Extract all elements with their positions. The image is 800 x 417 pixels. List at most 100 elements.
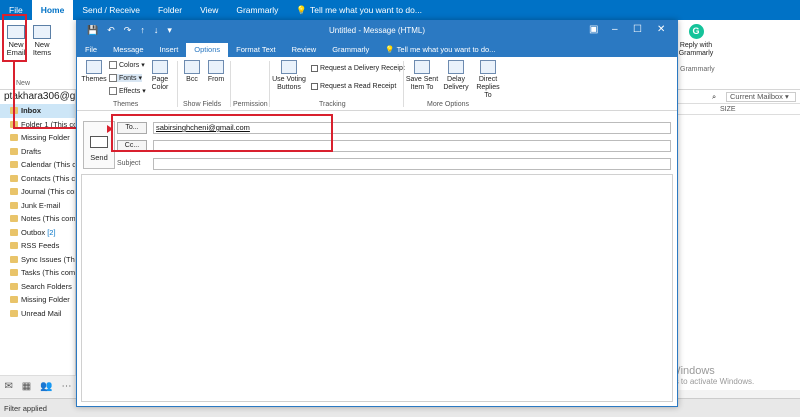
people-icon[interactable]: 👥 [40,381,52,392]
folder-item[interactable]: RSS Feeds [0,239,75,253]
account-name[interactable]: ptakhara306@gm [0,90,75,104]
from-button[interactable]: From [205,60,227,84]
folder-item[interactable]: Outbox [2] [0,226,75,240]
fonts-icon [109,74,117,82]
group-label-tracking: Tracking [319,101,346,108]
folder-label: Unread Mail [21,308,62,318]
group-separator [403,61,404,107]
delivery-receipt-checkbox[interactable]: Request a Delivery Receipt [311,65,405,72]
group-label-permission: Permission [233,101,268,108]
tab-view[interactable]: View [191,0,227,20]
folder-label: Search Folders [21,281,72,291]
folder-label: Inbox [21,106,41,116]
folder-item[interactable]: Inbox [0,104,75,118]
folder-label: Calendar (This co [21,160,76,170]
more-icon[interactable]: ⋯ [62,381,72,392]
message-body[interactable] [81,174,673,402]
folder-icon [10,215,18,223]
search-icon[interactable]: ⌕ [712,92,716,102]
tab-home[interactable]: Home [31,0,74,20]
delay-delivery-button[interactable]: Delay Delivery [441,60,471,92]
folder-label: Contacts (This co [21,173,76,183]
compose-message-window: 💾 ↶ ↷ ↑ ↓ ▾ Untitled - Message (HTML) ▣ … [76,20,678,407]
folder-item[interactable]: Unread Mail [0,307,75,321]
column-size[interactable]: SIZE [720,106,736,113]
folder-icon [10,161,18,169]
colors-button[interactable]: Colors ▾ [109,61,145,69]
main-ribbon-tabs: File Home Send / Receive Folder View Gra… [0,0,800,20]
folder-label: Tasks (This comp [21,268,76,278]
group-separator [177,61,178,107]
new-items-icon [33,25,51,39]
close-icon[interactable]: ✕ [657,24,665,35]
compose-tab-format-text[interactable]: Format Text [228,43,283,57]
minimize-icon[interactable]: – [612,24,618,35]
compose-tab-file[interactable]: File [77,43,105,57]
tab-grammarly[interactable]: Grammarly [227,0,287,20]
themes-button[interactable]: Themes [81,60,107,84]
save-sent-item-to-button[interactable]: Save Sent Item To [405,60,439,92]
delay-delivery-icon [448,60,464,74]
folder-label: Drafts [21,146,42,156]
compose-tab-insert[interactable]: Insert [152,43,187,57]
folder-label: Outbox [21,227,46,237]
folder-label: Journal (This com [21,187,76,197]
folder-item[interactable]: Missing Folder [0,131,75,145]
group-label-themes: Themes [113,101,139,108]
mail-icon[interactable]: ✉ [4,381,12,392]
tell-me-search[interactable]: 💡 Tell me what you want to do... [287,0,431,20]
window-title: Untitled - Message (HTML) [328,26,426,35]
folder-icon [10,296,18,304]
folder-item[interactable]: Contacts (This co [0,172,75,186]
folder-count: [2] [47,227,56,237]
group-label-more-options: More Options [427,101,470,108]
direct-replies-to-button[interactable]: Direct Replies To [473,60,503,100]
folder-item[interactable]: Sync Issues (This [0,253,75,267]
folder-icon [10,282,18,290]
subject-field[interactable] [153,158,671,170]
new-items-button[interactable]: New Items [28,22,56,57]
folder-icon [10,134,18,142]
tab-send-receive[interactable]: Send / Receive [73,0,149,20]
folder-label: Missing Folder [21,133,70,143]
folder-item[interactable]: Notes (This comp [0,212,75,226]
column-headers: SIZE [676,104,800,115]
mailbox-scope-dropdown[interactable]: Current Mailbox ▾ [726,92,796,102]
folder-item[interactable]: Missing Folder [0,293,75,307]
annotation-highlight-box [111,114,333,152]
tab-folder[interactable]: Folder [149,0,191,20]
folder-label: Junk E-mail [21,200,61,210]
read-receipt-checkbox[interactable]: Request a Read Receipt [311,83,396,90]
compose-tell-me-search[interactable]: 💡 Tell me what you want to do... [377,43,503,57]
folder-item[interactable]: Calendar (This co [0,158,75,172]
compose-tab-options[interactable]: Options [186,43,229,57]
status-text: Filter applied [4,404,47,413]
folder-label: RSS Feeds [21,241,60,251]
compose-tab-review[interactable]: Review [284,43,325,57]
page-color-button[interactable]: Page Color [147,60,173,92]
compose-tab-message[interactable]: Message [105,43,151,57]
message-list-pane: ⌕ Current Mailbox ▾ SIZE [676,90,800,390]
page-color-icon [152,60,168,74]
use-voting-buttons-button[interactable]: Use Voting Buttons [271,60,307,92]
effects-button[interactable]: Effects ▾ [109,87,146,95]
save-sent-icon [414,60,430,74]
folder-item[interactable]: Junk E-mail [0,199,75,213]
folder-item[interactable]: Search Folders [0,280,75,294]
calendar-icon[interactable]: ▦ [22,381,31,392]
folder-item[interactable]: Drafts [0,145,75,159]
bcc-button[interactable]: Bcc [181,60,203,84]
folder-label: Notes (This comp [21,214,76,224]
folder-item[interactable]: Tasks (This comp [0,266,75,280]
fonts-button[interactable]: Fonts ▾ [109,74,143,82]
maximize-icon[interactable]: ☐ [633,24,642,35]
folder-item[interactable]: Journal (This com [0,185,75,199]
group-separator [269,61,270,107]
navigation-bar: ✉ ▦ 👥 ⋯ [0,375,76,397]
reply-with-grammarly-button[interactable]: G Reply with Grammarly [676,20,716,88]
search-bar[interactable]: ⌕ Current Mailbox ▾ [676,90,800,104]
ribbon-display-options-icon[interactable]: ▣ [589,24,598,35]
folder-icon [10,269,18,277]
compose-tab-grammarly[interactable]: Grammarly [324,43,377,57]
annotation-highlight-box [2,14,27,62]
